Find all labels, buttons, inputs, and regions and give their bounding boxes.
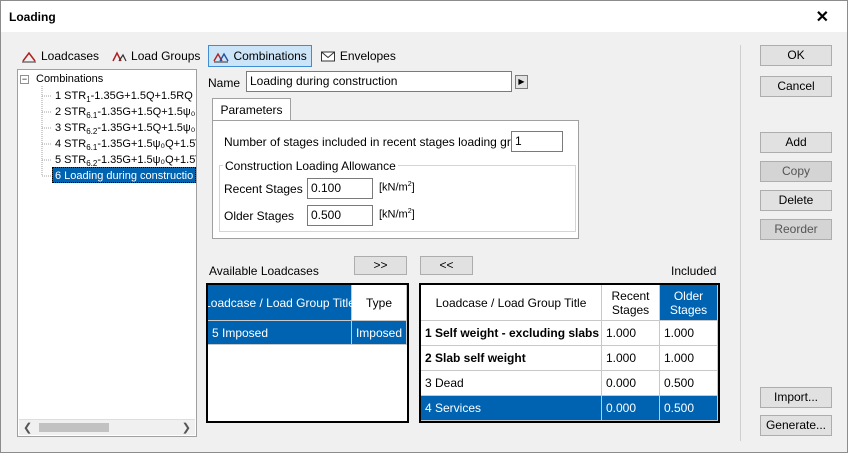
included-row-older[interactable]: 1.000	[660, 321, 718, 346]
included-header-title[interactable]: Loadcase / Load Group Title	[421, 285, 602, 321]
included-row-recent[interactable]: 0.000	[602, 396, 660, 421]
included-row-title[interactable]: 4 Services	[421, 396, 602, 421]
available-header-type[interactable]: Type	[352, 285, 407, 321]
tree-item-6[interactable]: 6 Loading during constructio	[52, 167, 196, 183]
category-tabs: Loadcases Load Groups Combinations Envel…	[17, 45, 404, 67]
tab-label: Load Groups	[131, 49, 201, 63]
included-row-title[interactable]: 2 Slab self weight	[421, 346, 602, 371]
copy-button[interactable]: Copy	[760, 161, 832, 182]
tab-load-groups[interactable]: Load Groups	[107, 45, 204, 67]
load-group-icon	[112, 51, 127, 62]
included-row-recent[interactable]: 0.000	[602, 371, 660, 396]
loading-dialog: Loading ✕ Loadcases Load Groups Combinat…	[0, 0, 848, 453]
name-input[interactable]: Loading during construction	[246, 71, 512, 92]
cancel-button[interactable]: Cancel	[760, 76, 832, 97]
allowance-title: Construction Loading Allowance	[223, 159, 398, 173]
combinations-tree[interactable]: − Combinations 1 STR1-1.35G+1.5Q+1.5RQ 2…	[17, 69, 197, 437]
included-grid[interactable]: Loadcase / Load Group Title Recent Stage…	[419, 283, 720, 423]
tab-parameters[interactable]: Parameters	[212, 98, 291, 121]
title-bar: Loading ✕	[1, 1, 847, 32]
close-icon[interactable]: ✕	[816, 7, 829, 27]
older-unit: [kN/m2]	[379, 208, 415, 221]
older-stages-label: Older Stages	[224, 209, 295, 223]
tab-label: Envelopes	[339, 49, 396, 63]
available-label: Available Loadcases	[209, 264, 319, 278]
tab-label: Loadcases	[41, 49, 100, 63]
tab-loadcases[interactable]: Loadcases	[17, 45, 103, 67]
loadcase-icon	[22, 51, 36, 63]
reorder-button[interactable]: Reorder	[760, 219, 832, 240]
add-button[interactable]: Add	[760, 132, 832, 153]
included-row-title[interactable]: 3 Dead	[421, 371, 602, 396]
included-row-older[interactable]: 0.500	[660, 396, 718, 421]
delete-button[interactable]: Delete	[760, 190, 832, 211]
tree-item-3[interactable]: 3 STR6.2-1.35G+1.5Q+1.5ψ₀S	[55, 120, 196, 136]
tab-envelopes[interactable]: Envelopes	[316, 45, 400, 67]
included-row-recent[interactable]: 1.000	[602, 346, 660, 371]
older-stages-input[interactable]: 0.500	[307, 205, 373, 226]
recent-unit: [kN/m2]	[379, 181, 415, 194]
included-row-older[interactable]: 1.000	[660, 346, 718, 371]
included-label: Included	[671, 264, 717, 278]
recent-stages-input[interactable]: 0.100	[307, 178, 373, 199]
tree-item-1[interactable]: 1 STR1-1.35G+1.5Q+1.5RQ	[55, 88, 193, 104]
horizontal-scrollbar[interactable]: ❮ ❯	[19, 419, 195, 435]
scrollbar-thumb[interactable]	[39, 423, 109, 432]
generate-button[interactable]: Generate...	[760, 415, 832, 436]
ok-button[interactable]: OK	[760, 45, 832, 66]
remove-loadcase-button[interactable]: <<	[420, 256, 473, 275]
add-loadcase-button[interactable]: >>	[354, 256, 407, 275]
available-row-title[interactable]: 5 Imposed	[208, 321, 352, 345]
included-header-recent[interactable]: Recent Stages	[602, 285, 660, 321]
window-title: Loading	[9, 10, 56, 24]
available-header-title[interactable]: Loadcase / Load Group Title	[208, 285, 355, 321]
scroll-right-icon[interactable]: ❯	[182, 421, 191, 434]
import-button[interactable]: Import...	[760, 387, 832, 408]
scroll-left-icon[interactable]: ❮	[23, 421, 32, 434]
tab-combinations[interactable]: Combinations	[208, 45, 312, 67]
included-row-older[interactable]: 0.500	[660, 371, 718, 396]
combination-icon	[213, 52, 230, 63]
recent-stages-label: Recent Stages	[224, 182, 303, 196]
stages-input[interactable]: 1	[511, 131, 563, 152]
tree-item-5[interactable]: 5 STR6.2-1.35G+1.5ψ₀Q+1.5\	[55, 152, 196, 168]
stages-label: Number of stages included in recent stag…	[224, 135, 531, 149]
included-row-recent[interactable]: 1.000	[602, 321, 660, 346]
name-label: Name	[208, 76, 241, 90]
tree-item-2[interactable]: 2 STR6.1-1.35G+1.5Q+1.5ψ₀S	[55, 104, 196, 120]
name-arrow-button[interactable]: ▶	[515, 75, 528, 89]
available-grid[interactable]: Loadcase / Load Group Title Type 5 Impos…	[206, 283, 409, 423]
included-row-title[interactable]: 1 Self weight - excluding slabs	[421, 321, 602, 346]
available-row-type[interactable]: Imposed	[352, 321, 407, 345]
tree-item-4[interactable]: 4 STR6.1-1.35G+1.5ψ₀Q+1.5\	[55, 136, 196, 152]
separator	[740, 45, 741, 441]
included-header-older[interactable]: Older Stages	[660, 285, 718, 321]
envelope-icon	[320, 51, 335, 62]
tab-label: Combinations	[233, 49, 307, 63]
